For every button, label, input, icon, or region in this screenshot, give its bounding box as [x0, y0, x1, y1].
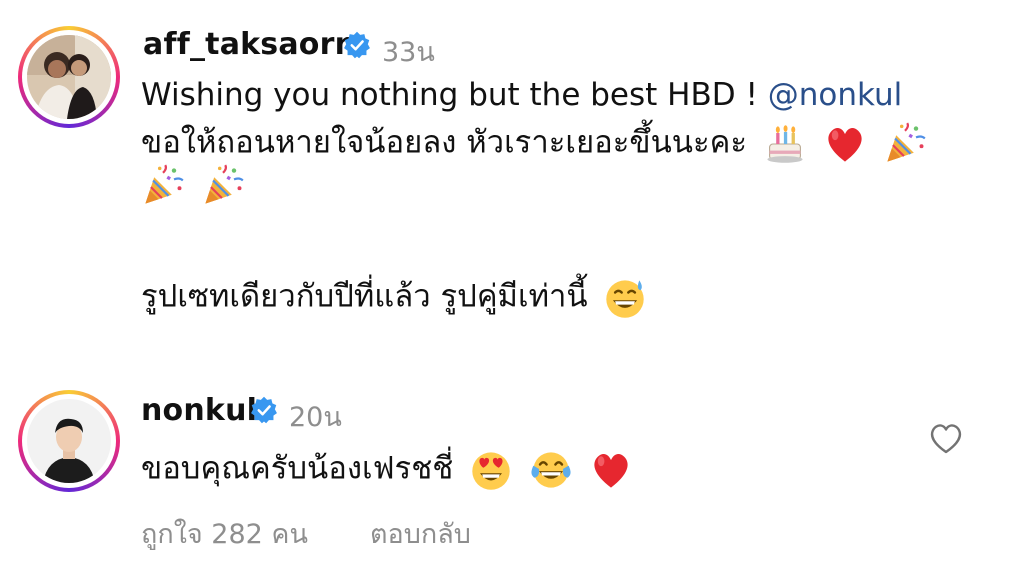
comment-text: ขอบคุณครับน้องเฟรชชี่ — [141, 450, 454, 487]
comment-username[interactable]: nonkul — [141, 393, 257, 428]
avatar[interactable] — [18, 390, 120, 492]
comment-text-line-1: ขอบคุณครับน้องเฟรชชี่ — [141, 448, 633, 492]
party-popper-emoji — [201, 164, 245, 208]
comment-text: รูปเซทเดียวกับปีที่แล้ว รูปคู่มีเท่านี้ — [141, 278, 588, 315]
red-heart-emoji — [823, 122, 867, 166]
verified-badge-icon — [344, 31, 370, 59]
grinning-sweat-emoji — [603, 276, 647, 320]
likes-count[interactable]: ถูกใจ 282 คน — [141, 512, 308, 555]
red-heart-emoji — [589, 448, 633, 492]
heart-outline-icon[interactable] — [929, 423, 963, 455]
profile-photo — [27, 399, 111, 483]
comment-time: 33น — [382, 37, 435, 68]
comment-time: 20น — [289, 402, 342, 433]
profile-photo — [27, 35, 111, 119]
comment-text-line-4: รูปเซทเดียวกับปีที่แล้ว รูปคู่มีเท่านี้ — [141, 276, 647, 320]
birthday-cake-emoji — [763, 122, 807, 166]
comment-text-line-3 — [135, 164, 245, 208]
tears-of-joy-emoji — [529, 448, 573, 492]
avatar[interactable] — [18, 26, 120, 128]
party-popper-emoji — [141, 164, 185, 208]
comment-text-line-2: ขอให้ถอนหายใจน้อยลง หัวเราะเยอะขึ้นนะคะ — [141, 122, 927, 166]
comment-username[interactable]: aff_taksaorn — [143, 27, 356, 62]
party-popper-emoji — [883, 122, 927, 166]
comment-text: Wishing you nothing but the best HBD ! — [141, 77, 768, 113]
comment-text: ขอให้ถอนหายใจน้อยลง หัวเราะเยอะขึ้นนะคะ — [141, 124, 748, 161]
heart-eyes-emoji — [469, 448, 513, 492]
reply-button[interactable]: ตอบกลับ — [370, 512, 471, 555]
mention-link[interactable]: @nonkul — [768, 77, 903, 113]
verified-badge-icon — [251, 396, 277, 424]
comment-text-line-1: Wishing you nothing but the best HBD ! @… — [141, 75, 902, 115]
